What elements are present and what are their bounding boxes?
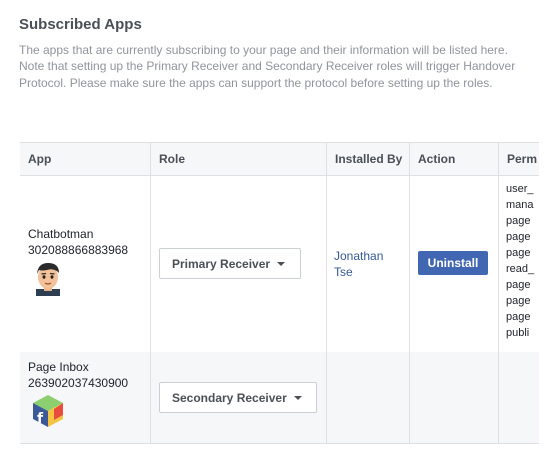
caret-down-icon (293, 395, 302, 400)
permission-item: user_ (506, 183, 534, 195)
role-dropdown[interactable]: Primary Receiver (159, 248, 301, 279)
column-header-permissions: Perm (507, 152, 538, 166)
column-header-app: App (20, 143, 151, 175)
facebook-cube-icon: f (33, 395, 63, 427)
column-header-action: Action (410, 143, 499, 175)
permission-item: page (506, 295, 531, 307)
role-dropdown-label: Primary Receiver (172, 256, 271, 271)
installed-by-link[interactable]: Jonathan Tse (334, 248, 404, 280)
cartoon-man-avatar-icon (36, 263, 60, 296)
role-dropdown-label: Secondary Receiver (172, 390, 287, 405)
section-description: The apps that are currently subscribing … (19, 43, 516, 90)
permission-item: page (506, 311, 531, 323)
app-name: Page Inbox (28, 360, 89, 374)
app-id: 263902037430900 (28, 376, 129, 390)
permission-item: page (506, 247, 531, 259)
uninstall-button[interactable]: Uninstall (418, 251, 488, 275)
svg-text:f: f (37, 411, 44, 427)
permissions-list: user_ mana page page page read_ page pag… (506, 181, 534, 341)
permission-item: mana (506, 199, 534, 211)
column-header-installed-by: Installed By (327, 143, 410, 175)
permission-item: read_ (506, 263, 535, 275)
table-row: Page Inbox 263902037430900 f Secondary R… (20, 352, 539, 444)
app-name: Chatbotman (28, 227, 94, 241)
permission-item: page (506, 279, 531, 291)
permission-item: publi (506, 327, 530, 339)
permission-item: page (506, 231, 531, 243)
role-dropdown[interactable]: Secondary Receiver (159, 382, 317, 413)
app-id: 302088866883968 (28, 243, 129, 257)
permission-item: page (506, 215, 531, 227)
table-row: Chatbotman 302088866883968 Primary Recei… (20, 176, 539, 352)
table-header: App Role Installed By Action Perm (20, 142, 539, 176)
caret-down-icon (277, 261, 286, 266)
column-header-role: Role (151, 143, 327, 175)
section-title: Subscribed Apps (19, 16, 142, 33)
